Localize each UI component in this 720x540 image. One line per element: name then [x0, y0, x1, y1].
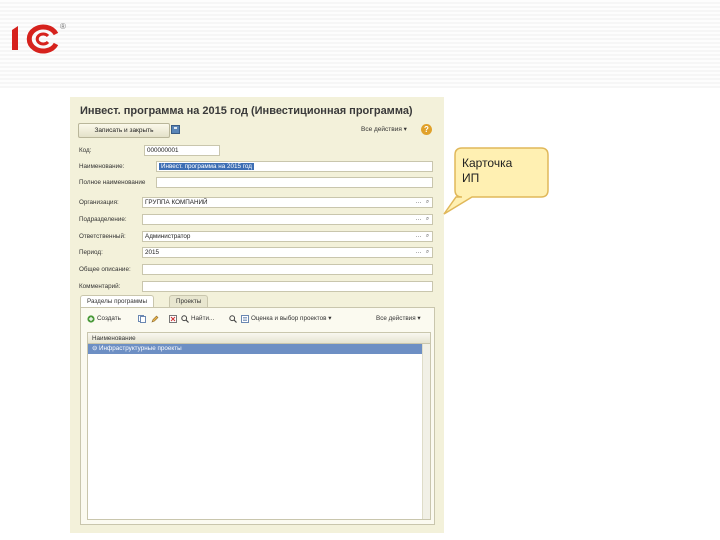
callout-balloon	[443, 147, 549, 215]
callout-line-2: ИП	[462, 171, 480, 185]
callout-text: Карточка ИП	[462, 156, 512, 186]
callout-line-1: Карточка	[462, 156, 513, 170]
